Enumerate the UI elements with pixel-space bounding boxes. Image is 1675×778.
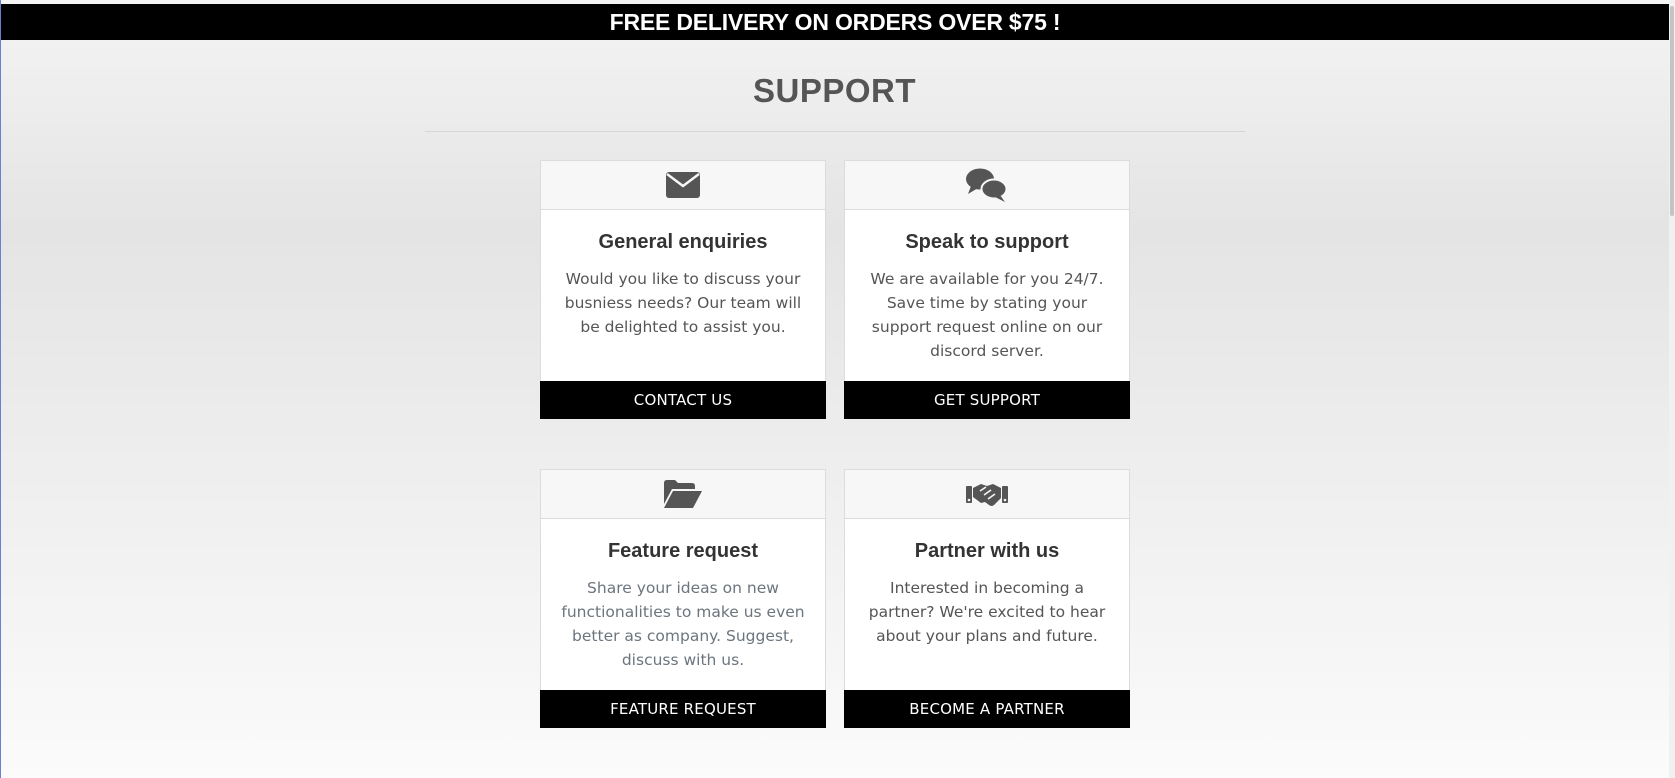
- card-header: [541, 470, 825, 519]
- card-speak-to-support: Speak to support We are available for yo…: [844, 160, 1130, 419]
- card-title: Feature request: [607, 540, 759, 562]
- card-description: Would you like to discuss your busniess …: [564, 270, 802, 336]
- card-title: Partner with us: [914, 540, 1060, 562]
- card-header: [541, 161, 825, 210]
- card-description: We are available for you 24/7. Save time…: [870, 270, 1104, 360]
- feature-request-button[interactable]: FEATURE REQUEST: [540, 690, 826, 728]
- scrollbar-thumb[interactable]: [1670, 6, 1674, 216]
- card-feature-request: Feature request Share your ideas on new …: [540, 469, 826, 728]
- handshake-icon: [966, 481, 1008, 507]
- card-partner-with-us: Partner with us Interested in becoming a…: [844, 469, 1130, 728]
- envelope-icon: [666, 172, 700, 198]
- card-description: Interested in becoming a partner? We're …: [868, 579, 1106, 645]
- card-header: [845, 470, 1129, 519]
- contact-us-button[interactable]: CONTACT US: [540, 381, 826, 419]
- card-description: Share your ideas on new functionalities …: [561, 579, 805, 669]
- folder-open-icon: [664, 480, 702, 508]
- free-delivery-banner: FREE DELIVERY ON ORDERS OVER $75 !: [1, 4, 1669, 40]
- window-edge: [0, 0, 1, 778]
- card-general-enquiries: General enquiries Would you like to disc…: [540, 160, 826, 419]
- card-title: Speak to support: [905, 231, 1069, 253]
- card-header: [845, 161, 1129, 210]
- chat-bubbles-icon: [966, 168, 1008, 202]
- page-title: SUPPORT: [752, 72, 917, 109]
- card-title: General enquiries: [598, 231, 768, 253]
- page-scrollbar[interactable]: [1669, 0, 1675, 778]
- become-a-partner-button[interactable]: BECOME A PARTNER: [844, 690, 1130, 728]
- get-support-button[interactable]: GET SUPPORT: [844, 381, 1130, 419]
- title-divider: [425, 131, 1245, 132]
